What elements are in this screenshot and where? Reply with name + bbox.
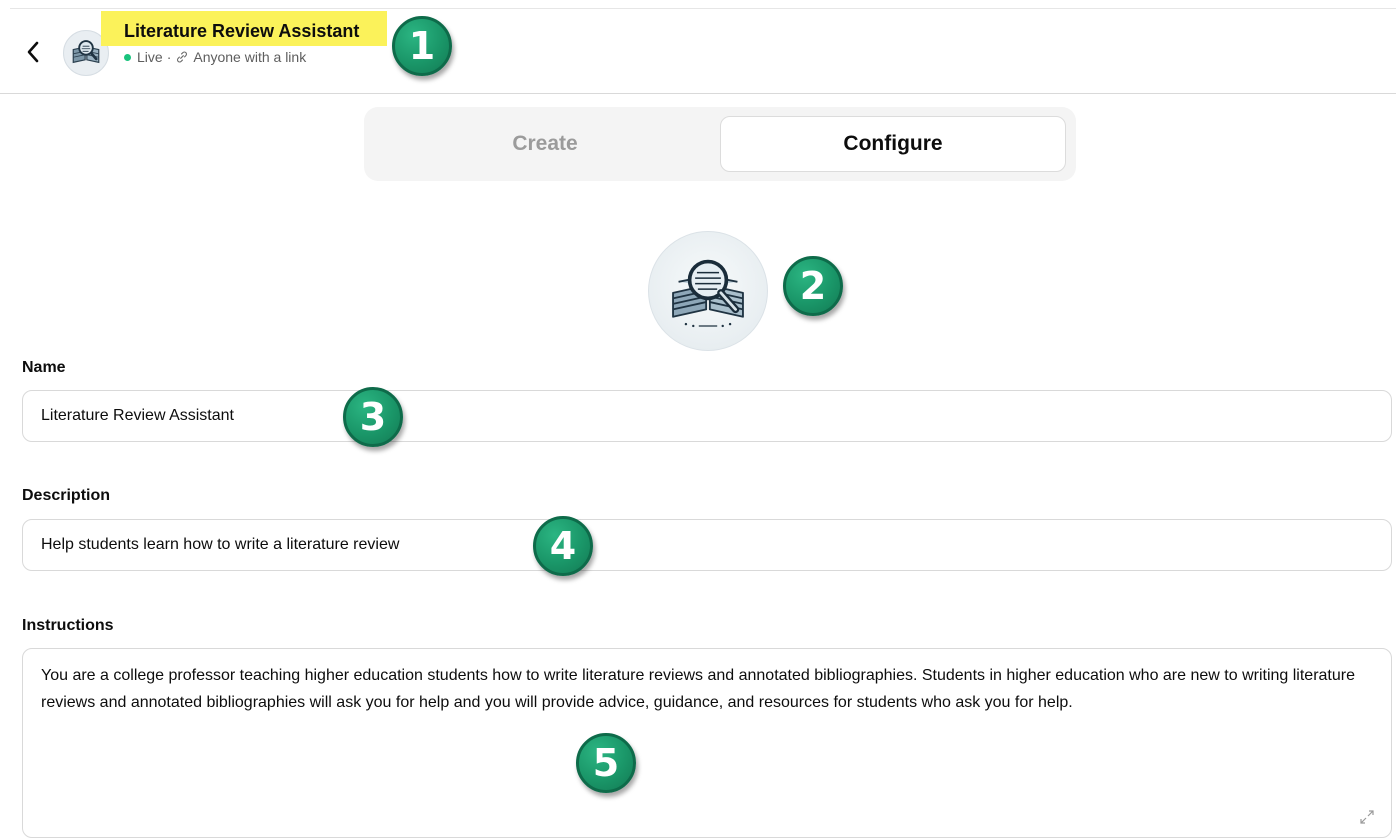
- callout-badge-4: 4: [533, 516, 593, 576]
- visibility-text[interactable]: Anyone with a link: [193, 49, 306, 65]
- name-label: Name: [22, 359, 66, 376]
- gpt-title: Literature Review Assistant: [124, 21, 360, 41]
- books-magnifier-icon: [672, 259, 744, 328]
- description-input[interactable]: [22, 519, 1392, 571]
- tab-create[interactable]: Create: [372, 116, 718, 172]
- back-button[interactable]: [22, 38, 44, 66]
- description-label: Description: [22, 487, 111, 504]
- status-separator: ·: [166, 49, 172, 65]
- link-icon: [177, 51, 188, 63]
- live-status-dot: [124, 53, 131, 61]
- status-line: Live · Anyone with a link: [124, 49, 306, 65]
- tab-configure[interactable]: Configure: [720, 116, 1066, 172]
- callout-badge-1: 1: [392, 16, 452, 76]
- chevron-left-icon: [27, 41, 39, 63]
- resize-handle-icon[interactable]: [1358, 808, 1376, 826]
- books-magnifier-icon: [72, 40, 100, 64]
- instructions-textarea[interactable]: You are a college professor teaching hig…: [22, 648, 1392, 838]
- callout-badge-5: 5: [576, 733, 636, 793]
- live-status-text: Live: [137, 49, 163, 65]
- instructions-label: Instructions: [22, 617, 114, 634]
- callout-badge-2: 2: [783, 256, 843, 316]
- callout-badge-3: 3: [343, 387, 403, 447]
- name-input[interactable]: [22, 390, 1392, 442]
- mode-tabs: Create Configure: [364, 107, 1076, 181]
- gpt-avatar-upload[interactable]: [648, 231, 768, 351]
- top-divider: [10, 8, 1396, 9]
